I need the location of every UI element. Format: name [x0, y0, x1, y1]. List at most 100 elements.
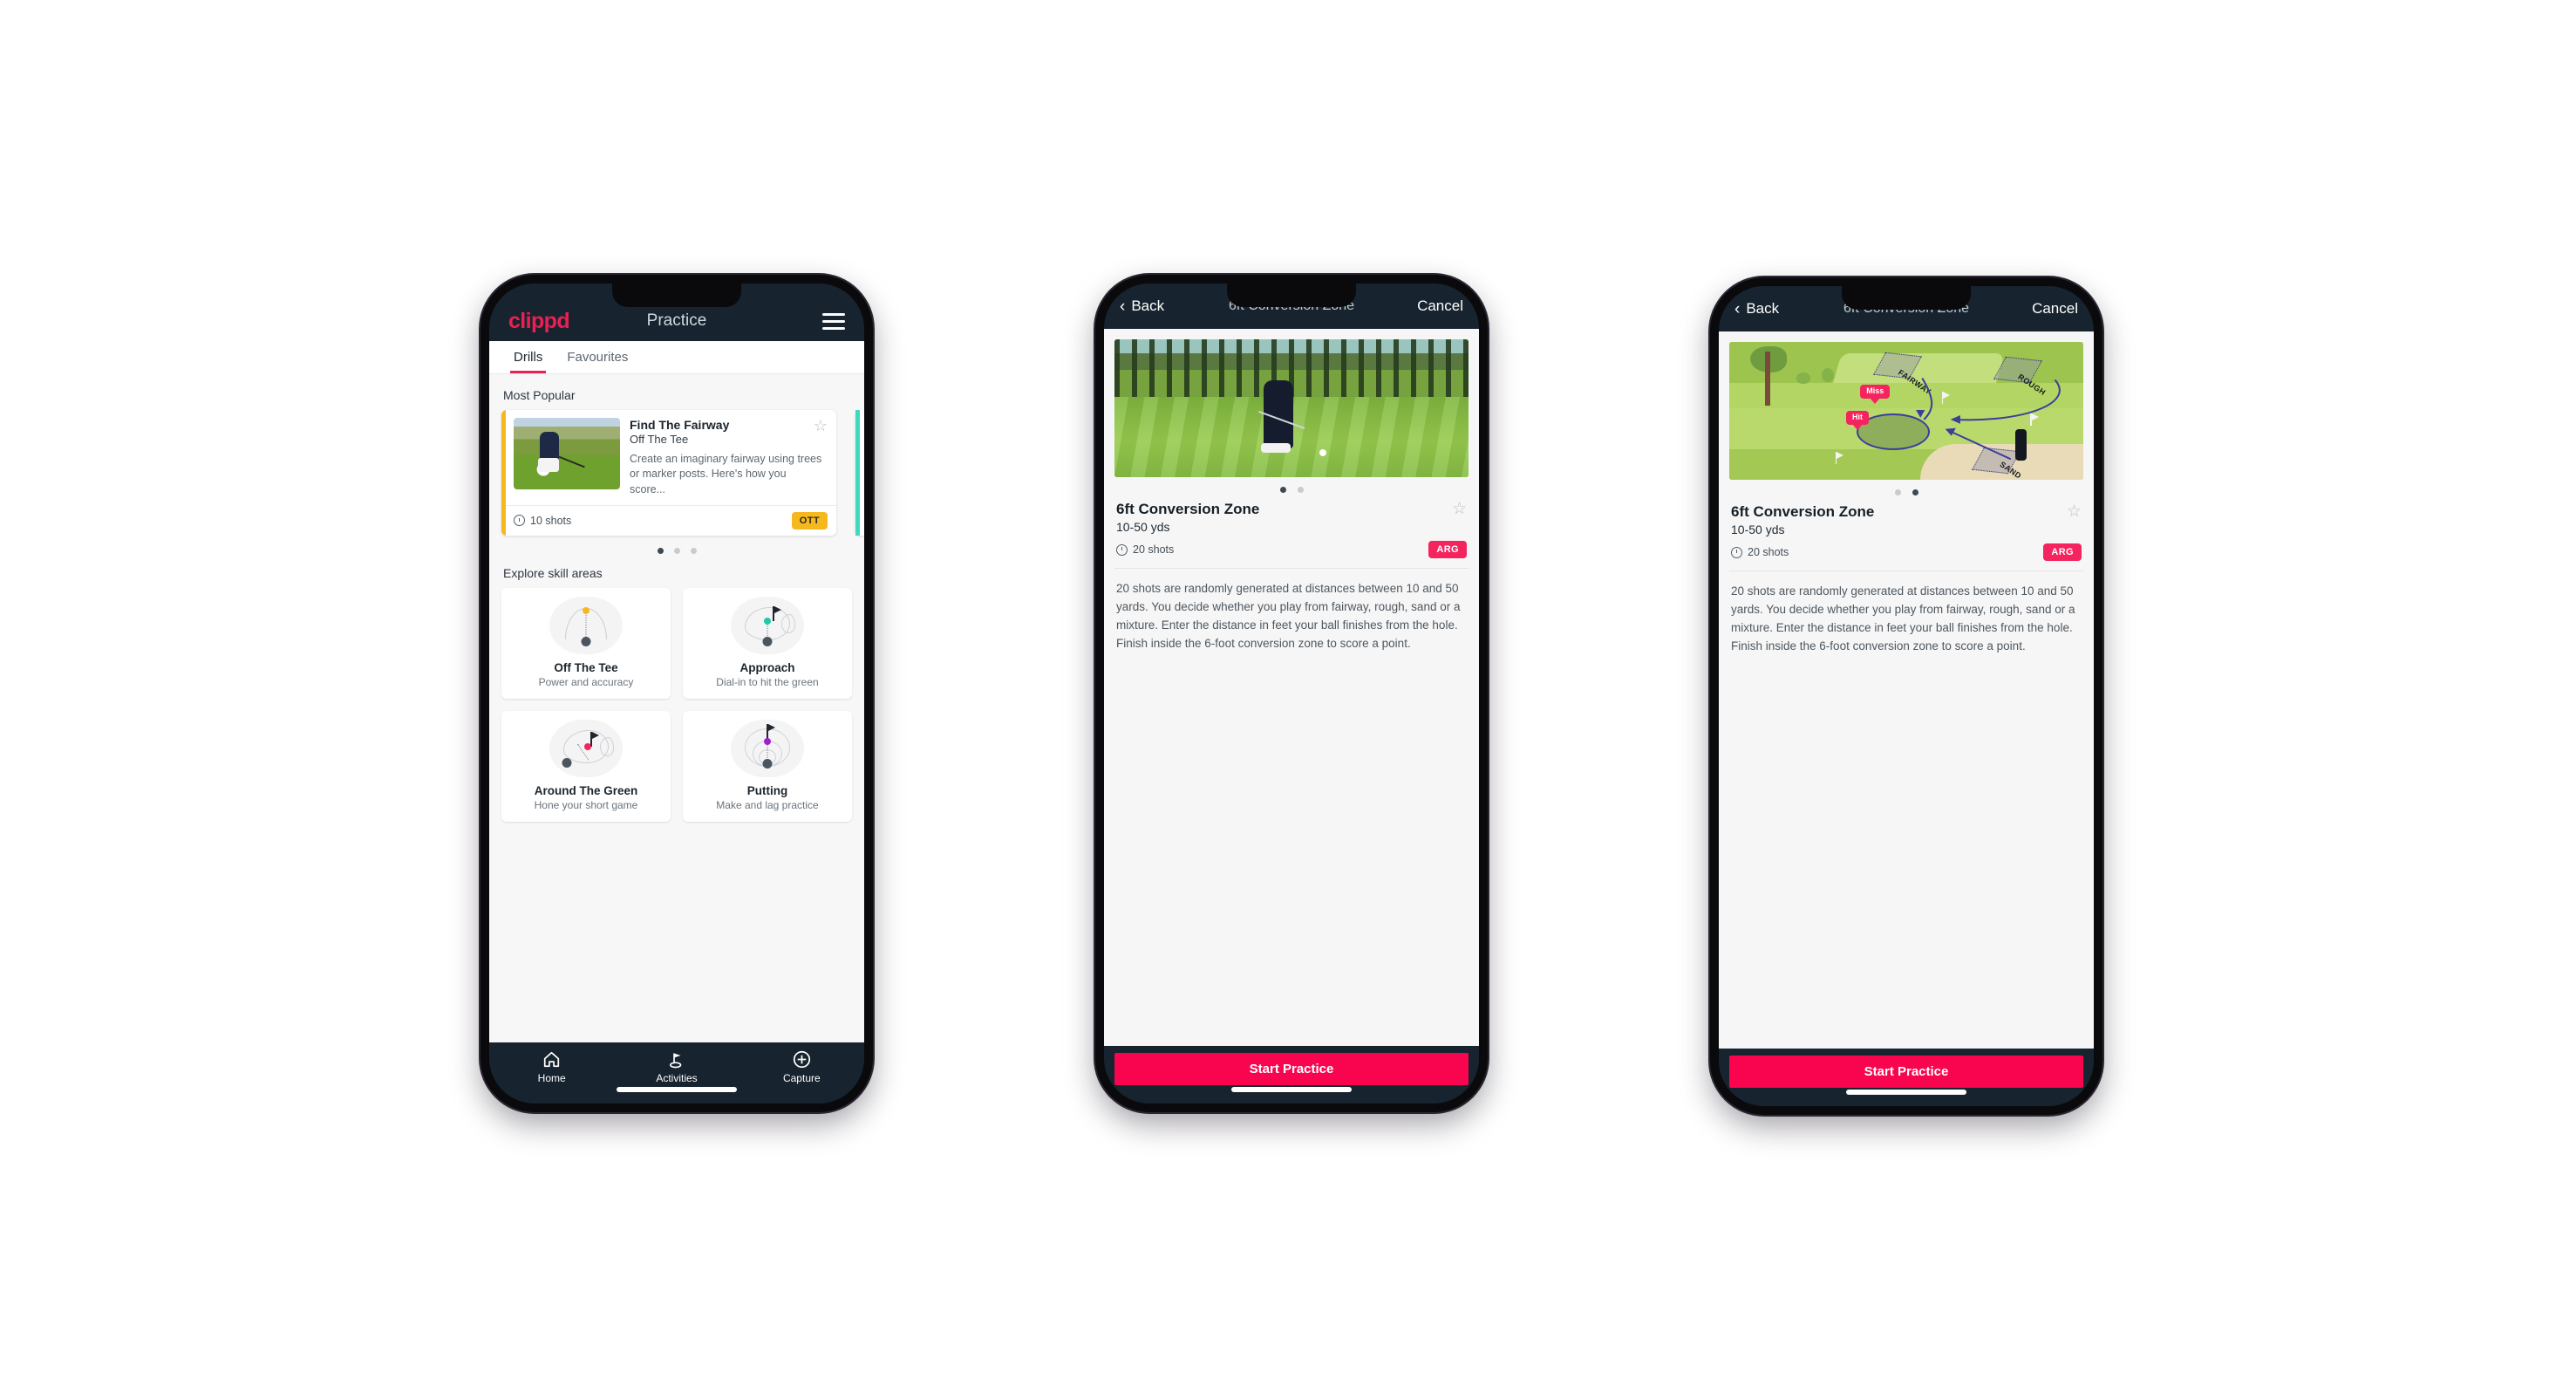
phone-drill-detail-illustration: ‹ Back 6ft Conversion Zone Cancel: [1710, 277, 2102, 1115]
detail-meta-row: 20 shots ARG: [1114, 541, 1469, 558]
skill-desc: Hone your short game: [534, 798, 638, 811]
most-popular-heading: Most Popular: [503, 388, 576, 402]
detail-shots: 20 shots: [1731, 546, 1789, 558]
phone-notch: [612, 284, 741, 307]
drill-title: Find The Fairway: [630, 418, 730, 432]
carousel-dot-1[interactable]: [657, 547, 664, 554]
putting-rings-icon: [731, 719, 804, 777]
carousel-dot-3[interactable]: [690, 547, 697, 554]
practice-scroll-area[interactable]: Most Popular Find The Fairway Off The Te…: [489, 374, 864, 1042]
back-button[interactable]: ‹ Back: [1120, 297, 1164, 315]
star-outline-icon[interactable]: ☆: [2067, 503, 2082, 520]
nav-label: Home: [537, 1072, 566, 1084]
badge-arg: ARG: [1428, 541, 1467, 558]
badge-ott: OTT: [791, 511, 828, 530]
media-carousel-dots[interactable]: [1729, 480, 2083, 503]
detail-header: 6ft Conversion Zone 10-50 yds ☆: [1729, 503, 2083, 536]
golf-flag-icon: [667, 1050, 685, 1069]
detail-content: 6ft Conversion Zone 10-50 yds ☆ 20 shots…: [1104, 329, 1479, 1046]
star-outline-icon[interactable]: ☆: [814, 418, 828, 434]
screenshot-canvas: clippd Practice Drills Favourites Most P…: [0, 0, 2576, 1387]
detail-subtitle: 10-50 yds: [1116, 520, 1170, 534]
nav-activities[interactable]: Activities: [614, 1050, 739, 1103]
back-button[interactable]: ‹ Back: [1734, 300, 1779, 318]
home-indicator: [1231, 1087, 1352, 1092]
back-label: Back: [1131, 297, 1165, 314]
detail-meta-row: 20 shots ARG: [1729, 543, 2083, 561]
carousel-dots[interactable]: [501, 536, 852, 563]
drill-accent-bar: [501, 410, 506, 536]
clock-icon: [1116, 543, 1128, 556]
cancel-button[interactable]: Cancel: [2032, 300, 2078, 318]
drill-media-photo[interactable]: [1114, 339, 1469, 477]
plus-circle-icon: [793, 1050, 811, 1069]
drill-card-peek[interactable]: [855, 410, 864, 536]
detail-description: 20 shots are randomly generated at dista…: [1731, 584, 2075, 653]
media-carousel-dots[interactable]: [1114, 477, 1469, 501]
drill-thumbnail: [514, 418, 620, 489]
nav-label: Activities: [656, 1072, 698, 1084]
back-label: Back: [1746, 300, 1780, 317]
green-approach-icon: [731, 596, 804, 654]
explore-skill-areas-heading: Explore skill areas: [503, 565, 603, 580]
skill-name: Approach: [739, 660, 795, 674]
tab-drills[interactable]: Drills: [501, 341, 555, 373]
detail-header: 6ft Conversion Zone 10-50 yds ☆: [1114, 501, 1469, 534]
detail-shots-label: 20 shots: [1133, 543, 1175, 556]
tab-bar: Drills Favourites: [489, 341, 864, 374]
phone-notch: [1227, 284, 1356, 307]
detail-description: 20 shots are randomly generated at dista…: [1116, 582, 1461, 650]
cta-container: Start Practice: [1719, 1049, 2094, 1106]
clock-icon: [514, 515, 525, 527]
clock-icon: [1731, 546, 1742, 558]
drill-subtitle: Off The Tee: [630, 433, 689, 446]
media-dot-2[interactable]: [1297, 487, 1304, 493]
skill-card-approach[interactable]: Approach Dial-in to hit the green: [683, 587, 852, 699]
skill-card-putting[interactable]: Putting Make and lag practice: [683, 710, 852, 822]
skill-name: Around The Green: [534, 783, 638, 797]
drill-description: Create an imaginary fairway using trees …: [630, 453, 822, 495]
detail-shots: 20 shots: [1116, 543, 1174, 556]
skill-card-around-the-green[interactable]: Around The Green Hone your short game: [501, 710, 671, 822]
phone-notch: [1842, 286, 1971, 310]
home-indicator: [617, 1087, 737, 1092]
carousel-dot-2[interactable]: [673, 547, 680, 554]
drill-card-find-the-fairway[interactable]: Find The Fairway Off The Tee Create an i…: [501, 410, 836, 536]
skill-desc: Power and accuracy: [538, 675, 634, 688]
badge-arg: ARG: [2043, 543, 2082, 561]
chevron-left-icon: ‹: [1120, 297, 1126, 316]
detail-shots-label: 20 shots: [1748, 546, 1789, 558]
hamburger-icon[interactable]: [822, 313, 845, 332]
detail-title: 6ft Conversion Zone: [1116, 501, 1260, 517]
drill-shots-label: 10 shots: [530, 514, 572, 527]
skill-card-off-the-tee[interactable]: Off The Tee Power and accuracy: [501, 587, 671, 699]
shot-path-arrows: [1916, 377, 2061, 461]
detail-divider: [1114, 568, 1469, 569]
skill-desc: Dial-in to hit the green: [716, 675, 819, 688]
home-indicator: [1846, 1090, 1966, 1095]
media-dot-1[interactable]: [1894, 489, 1901, 495]
skill-name: Off The Tee: [554, 660, 618, 674]
drill-carousel[interactable]: Find The Fairway Off The Tee Create an i…: [501, 410, 864, 536]
clippd-logo[interactable]: clippd: [508, 311, 570, 332]
skill-area-grid: Off The Tee Power and accuracy Approach …: [501, 587, 852, 822]
start-practice-button[interactable]: Start Practice: [1729, 1056, 2083, 1088]
start-practice-button[interactable]: Start Practice: [1114, 1053, 1469, 1085]
cancel-button[interactable]: Cancel: [1417, 297, 1463, 315]
tab-favourites[interactable]: Favourites: [555, 341, 640, 373]
phone-drill-detail-photo: ‹ Back 6ft Conversion Zone Cancel: [1095, 275, 1488, 1112]
tee-fan-icon: [549, 596, 623, 654]
cta-container: Start Practice: [1104, 1046, 1479, 1103]
detail-subtitle: 10-50 yds: [1731, 523, 1785, 536]
media-dot-2[interactable]: [1912, 489, 1918, 495]
detail-content: FAIRWAY ROUGH SAND Miss Hit 6ft Conversi…: [1719, 331, 2094, 1049]
home-icon: [542, 1050, 561, 1069]
skill-desc: Make and lag practice: [716, 798, 819, 811]
nav-capture[interactable]: Capture: [739, 1050, 864, 1103]
star-outline-icon[interactable]: ☆: [1452, 501, 1467, 517]
media-dot-1[interactable]: [1279, 487, 1286, 493]
bottom-navigation: Home Activities Capture: [489, 1042, 864, 1103]
detail-title: 6ft Conversion Zone: [1731, 503, 1875, 520]
nav-home[interactable]: Home: [489, 1050, 614, 1103]
drill-media-illustration[interactable]: FAIRWAY ROUGH SAND Miss Hit: [1729, 342, 2083, 480]
